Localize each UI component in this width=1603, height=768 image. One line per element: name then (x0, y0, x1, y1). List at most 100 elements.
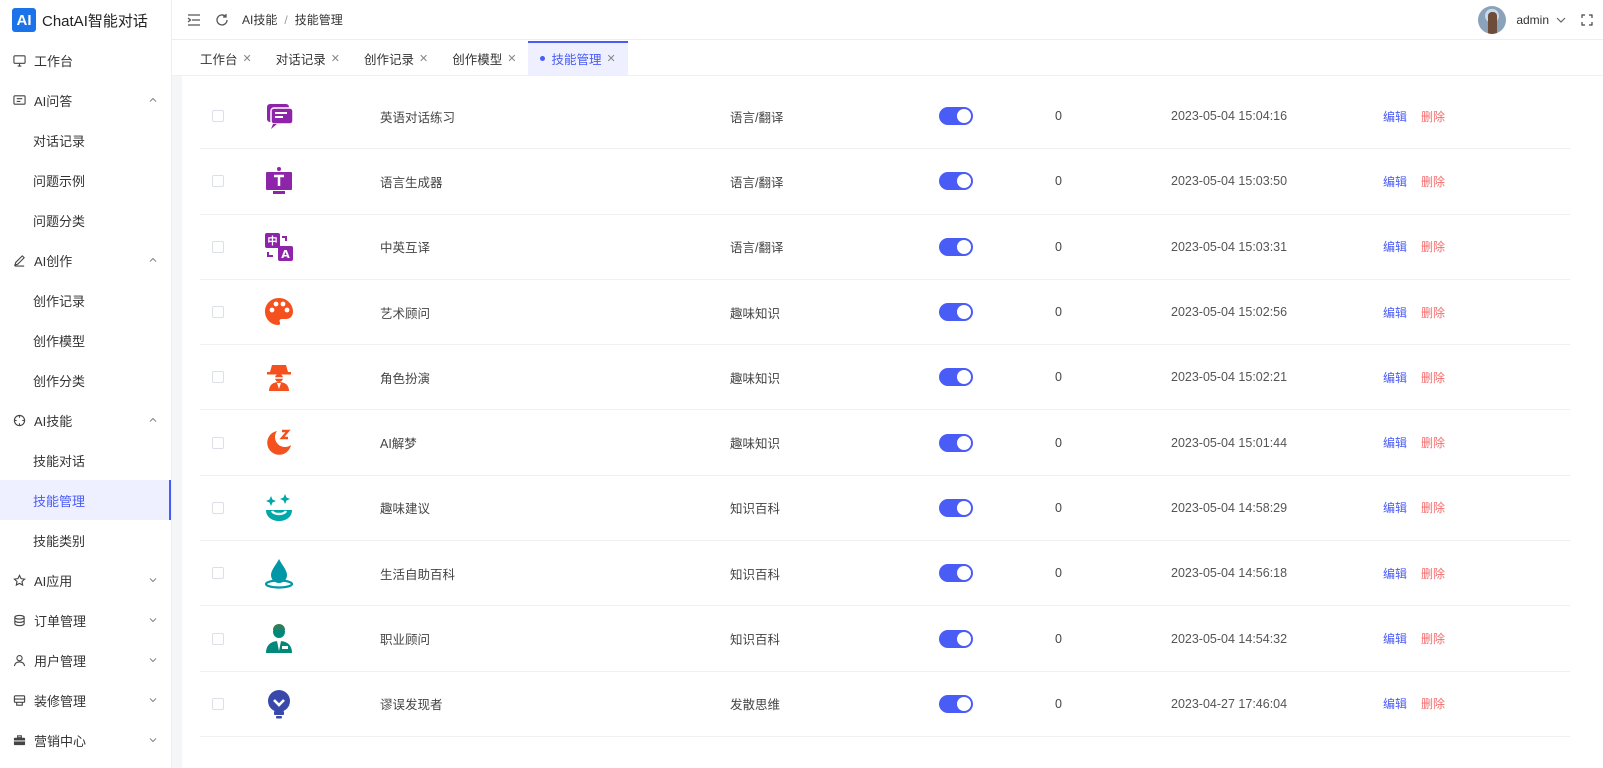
delete-button[interactable]: 删除 (1421, 434, 1445, 451)
tab-0[interactable]: 工作台 ✕ (188, 41, 264, 75)
brand[interactable]: AI ChatAI智能对话 (0, 0, 171, 40)
sidebar-item-4[interactable]: 问题分类 (0, 200, 171, 240)
avatar[interactable] (1478, 5, 1507, 34)
row-checkbox[interactable] (212, 410, 224, 474)
sidebar-item-5[interactable]: AI创作 (0, 240, 171, 280)
status-toggle[interactable] (939, 345, 973, 409)
breadcrumb-item[interactable]: AI技能 (242, 11, 277, 28)
toggle-switch[interactable] (939, 629, 973, 648)
row-checkbox[interactable] (212, 541, 224, 605)
sidebar-item-7[interactable]: 创作模型 (0, 320, 171, 360)
edit-button[interactable]: 编辑 (1383, 565, 1407, 582)
row-checkbox[interactable] (212, 672, 224, 736)
table-row: 语言生成器 语言/翻译 0 2023-05-04 15:03:50 编辑 删除 (200, 149, 1570, 215)
toggle-switch[interactable] (939, 172, 973, 191)
table-row: 英语对话练习 语言/翻译 0 2023-05-04 15:04:16 编辑 删除 (200, 84, 1570, 150)
sidebar-item-2[interactable]: 对话记录 (0, 120, 171, 160)
status-toggle[interactable] (939, 84, 973, 148)
checkbox-box[interactable] (212, 306, 224, 319)
delete-button[interactable]: 删除 (1421, 695, 1445, 712)
checkbox-box[interactable] (212, 240, 224, 253)
edit-button[interactable]: 编辑 (1383, 173, 1407, 190)
close-icon[interactable]: ✕ (331, 52, 340, 65)
edit-button[interactable]: 编辑 (1383, 695, 1407, 712)
tab-3[interactable]: 创作模型 ✕ (440, 41, 528, 75)
status-toggle[interactable] (939, 410, 973, 474)
edit-button[interactable]: 编辑 (1383, 108, 1407, 125)
skill-name: 生活自助百科 (380, 567, 456, 582)
delete-button[interactable]: 删除 (1421, 173, 1445, 190)
row-checkbox[interactable] (212, 215, 224, 279)
delete-button[interactable]: 删除 (1421, 238, 1445, 255)
collapse-menu-icon[interactable] (186, 12, 202, 28)
toggle-switch[interactable] (939, 694, 973, 713)
sidebar-item-8[interactable]: 创作分类 (0, 360, 171, 400)
sidebar-item-15[interactable]: 用户管理 (0, 640, 171, 680)
edit-button[interactable]: 编辑 (1383, 304, 1407, 321)
status-toggle[interactable] (939, 280, 973, 344)
status-toggle[interactable] (939, 476, 973, 540)
status-toggle[interactable] (939, 149, 973, 213)
sidebar-item-9[interactable]: AI技能 (0, 400, 171, 440)
sidebar-item-13[interactable]: AI应用 (0, 560, 171, 600)
delete-button[interactable]: 删除 (1421, 369, 1445, 386)
toggle-switch[interactable] (939, 498, 973, 517)
sidebar-item-14[interactable]: 订单管理 (0, 600, 171, 640)
tab-2[interactable]: 创作记录 ✕ (352, 41, 440, 75)
fullscreen-icon[interactable] (1579, 12, 1595, 28)
sidebar-item-16[interactable]: 装修管理 (0, 680, 171, 720)
close-icon[interactable]: ✕ (507, 52, 516, 65)
close-icon[interactable]: ✕ (419, 52, 428, 65)
delete-button[interactable]: 删除 (1421, 499, 1445, 516)
delete-button[interactable]: 删除 (1421, 630, 1445, 647)
row-checkbox[interactable] (212, 476, 224, 540)
checkbox-box[interactable] (212, 567, 224, 580)
username[interactable]: admin (1516, 13, 1549, 27)
edit-button[interactable]: 编辑 (1383, 434, 1407, 451)
status-toggle[interactable] (939, 606, 973, 670)
sidebar-item-6[interactable]: 创作记录 (0, 280, 171, 320)
row-checkbox[interactable] (212, 280, 224, 344)
sidebar-item-11[interactable]: 技能管理 (0, 480, 171, 520)
toggle-switch[interactable] (939, 107, 973, 126)
status-toggle[interactable] (939, 672, 973, 736)
edit-button[interactable]: 编辑 (1383, 238, 1407, 255)
checkbox-box[interactable] (212, 501, 224, 514)
toggle-switch[interactable] (939, 303, 973, 322)
checkbox-box[interactable] (212, 697, 224, 710)
row-checkbox[interactable] (212, 606, 224, 670)
tab-4[interactable]: 技能管理 ✕ (528, 41, 628, 75)
sidebar-item-label: 问题示例 (33, 173, 86, 189)
row-checkbox[interactable] (212, 345, 224, 409)
sidebar-item-0[interactable]: 工作台 (0, 40, 171, 80)
edit-button[interactable]: 编辑 (1383, 369, 1407, 386)
sidebar-item-1[interactable]: AI问答 (0, 80, 171, 120)
chevron-down-icon[interactable] (1553, 12, 1569, 28)
checkbox-box[interactable] (212, 175, 224, 188)
close-icon[interactable]: ✕ (606, 52, 615, 65)
status-toggle[interactable] (939, 215, 973, 279)
tab-1[interactable]: 对话记录 ✕ (264, 41, 352, 75)
row-checkbox[interactable] (212, 149, 224, 213)
delete-button[interactable]: 删除 (1421, 565, 1445, 582)
toggle-switch[interactable] (939, 237, 973, 256)
close-icon[interactable]: ✕ (243, 52, 252, 65)
toggle-switch[interactable] (939, 368, 973, 387)
row-checkbox[interactable] (212, 84, 224, 148)
checkbox-box[interactable] (212, 371, 224, 384)
edit-button[interactable]: 编辑 (1383, 499, 1407, 516)
refresh-icon[interactable] (214, 12, 230, 28)
delete-button[interactable]: 删除 (1421, 108, 1445, 125)
status-toggle[interactable] (939, 541, 973, 605)
toggle-switch[interactable] (939, 564, 973, 583)
sidebar-item-3[interactable]: 问题示例 (0, 160, 171, 200)
checkbox-box[interactable] (212, 632, 224, 645)
edit-button[interactable]: 编辑 (1383, 630, 1407, 647)
checkbox-box[interactable] (212, 436, 224, 449)
sidebar-item-17[interactable]: 营销中心 (0, 720, 171, 760)
sidebar-item-12[interactable]: 技能类别 (0, 520, 171, 560)
delete-button[interactable]: 删除 (1421, 304, 1445, 321)
toggle-switch[interactable] (939, 433, 973, 452)
checkbox-box[interactable] (212, 110, 224, 123)
sidebar-item-10[interactable]: 技能对话 (0, 440, 171, 480)
